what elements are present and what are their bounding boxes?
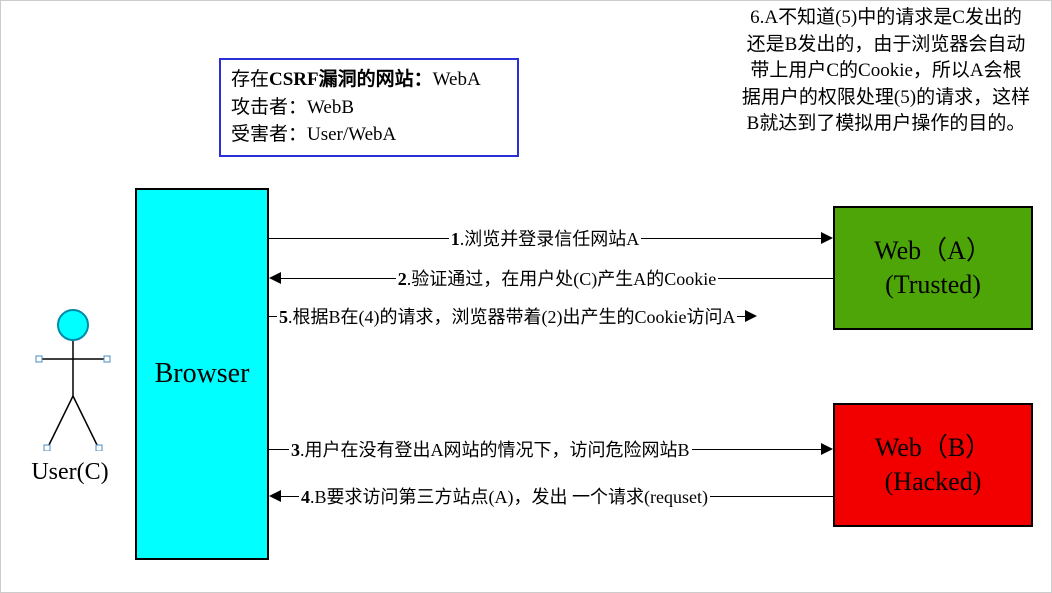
diagram-canvas: 存在CSRF漏洞的网站：WebA 攻击者：WebB 受害者：User/WebA … [0,0,1052,593]
legend-line1-bold: CSRF漏洞的网站： [269,69,433,90]
step-2-text: .验证通过，在用户处(C)产生A的Cookie [407,269,717,289]
web-b-line2: (Hacked) [875,465,991,499]
arrow-left-icon [269,490,281,502]
user-icon [33,309,113,459]
web-a-line2: (Trusted) [874,268,992,302]
arrow-left-icon [269,272,281,284]
step-4: 4.B要求访问第三方站点(A)，发出 一个请求(requset) [269,483,833,509]
step-3-num: 3 [291,440,300,460]
legend-line2: 攻击者：WebB [231,94,507,122]
web-a-box: Web（A） (Trusted) [833,206,1033,330]
step-1-text: .浏览并登录信任网站A [460,229,640,249]
web-b-box: Web（B） (Hacked) [833,403,1033,527]
legend-line1: 存在CSRF漏洞的网站：WebA [231,66,507,94]
step-5: 5.根据B在(4)的请求，浏览器带着(2)出产生的Cookie访问A [269,303,833,329]
legend-line1-pre: 存在 [231,69,269,90]
arrow-right-icon [821,443,833,455]
step-3-text: .用户在没有登出A网站的情况下，访问危险网站B [300,440,690,460]
legend-line1-rest: WebA [433,69,481,90]
step-5-text: .根据B在(4)的请求，浏览器带着(2)出产生的Cookie访问A [288,307,735,327]
arrow-right-icon [745,310,757,322]
step-1: 1.浏览并登录信任网站A [269,225,833,251]
note-6: 6.A不知道(5)中的请求是C发出的还是B发出的，由于浏览器会自动带上用户C的C… [741,5,1031,138]
browser-box: Browser [135,188,269,560]
step-4-text: .B要求访问第三方站点(A)，发出 一个请求(requset) [310,487,708,507]
step-2: 2.验证通过，在用户处(C)产生A的Cookie [269,265,833,291]
browser-label: Browser [155,358,250,390]
legend-line3: 受害者：User/WebA [231,121,507,149]
web-a-line1: Web（A） [874,234,992,268]
web-b-line1: Web（B） [875,431,991,465]
step-1-num: 1 [451,229,460,249]
user-head-icon [57,309,89,341]
step-3: 3.用户在没有登出A网站的情况下，访问危险网站B [269,436,833,462]
step-5-num: 5 [279,307,288,327]
legend-box: 存在CSRF漏洞的网站：WebA 攻击者：WebB 受害者：User/WebA [219,58,519,157]
user-label: User(C) [15,459,125,486]
arrow-right-icon [821,232,833,244]
step-2-num: 2 [398,269,407,289]
step-4-num: 4 [301,487,310,507]
user-body-icon [33,341,113,451]
